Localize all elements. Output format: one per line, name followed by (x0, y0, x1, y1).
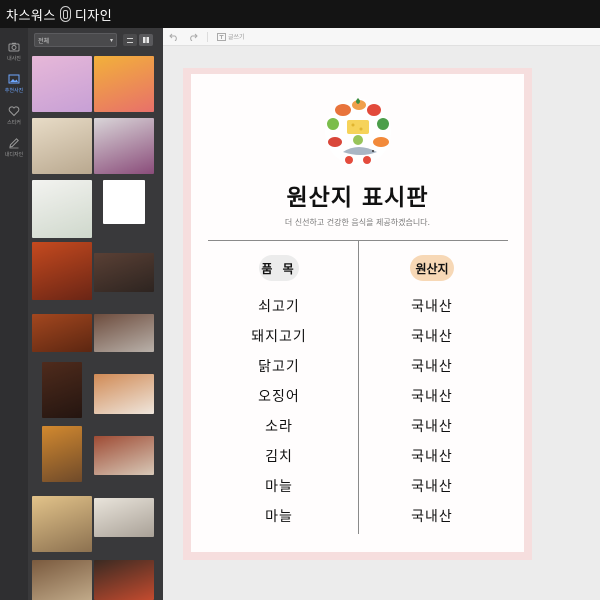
list-view-button[interactable] (123, 34, 137, 46)
table-row-origin[interactable]: 국내산 (357, 446, 507, 466)
thumbnail-rice-soup[interactable] (32, 560, 92, 600)
thumbnail-layered-drink[interactable] (94, 56, 154, 112)
table-row-origin[interactable]: 국내산 (357, 296, 507, 316)
thumbnail-lemon-water[interactable] (32, 180, 92, 238)
rail-item-recommended-photos[interactable]: 추천사진 (0, 67, 28, 99)
table-row-item[interactable]: 오징어 (204, 386, 354, 406)
rail-item-my-photos[interactable]: 내사진 (0, 35, 28, 67)
table-row-item[interactable]: 마늘 (204, 506, 354, 526)
rail-label: 스티커 (7, 119, 21, 126)
undo-icon (169, 33, 177, 41)
thumbnail-grilled-fish[interactable] (94, 374, 154, 414)
left-rail: 내사진 추천사진 스티커 내디자인 (0, 28, 28, 600)
rail-label: 내디자인 (4, 151, 24, 158)
table-row-item[interactable]: 쇠고기 (204, 296, 354, 316)
thumbnail-noodles[interactable] (94, 436, 154, 475)
image-icon (8, 74, 20, 83)
category-select-value: 전체 (38, 37, 50, 45)
add-text-label: 글쓰기 (228, 34, 245, 41)
toolbar-divider (207, 31, 208, 42)
table-row-item[interactable]: 김치 (204, 446, 354, 466)
poster-board: 원산지 표시판 더 신선하고 건강한 음식을 제공하겠습니다. 품 목 원산지 … (191, 74, 524, 552)
chevron-down-icon: ▾ (109, 36, 113, 44)
logo-icon (59, 6, 71, 22)
camera-icon (8, 42, 20, 51)
table-row-origin[interactable]: 국내산 (357, 506, 507, 526)
app-title-part2: 디자인 (74, 8, 113, 24)
table-row-item[interactable]: 소라 (204, 416, 354, 436)
table-row-item[interactable]: 마늘 (204, 476, 354, 496)
food-illustration (325, 98, 391, 165)
thumbnail-braised-dish[interactable] (94, 253, 154, 292)
design-canvas[interactable]: 원산지 표시판 더 신선하고 건강한 음식을 제공하겠습니다. 품 목 원산지 … (183, 68, 532, 560)
panel-header: 전체 ▾ (28, 28, 163, 52)
app-brand[interactable]: 차스워스 디자인 (6, 5, 112, 24)
redo-button[interactable] (188, 33, 198, 41)
column-header-item[interactable]: 품 목 (259, 255, 299, 281)
view-toggle (123, 34, 153, 46)
poster-title[interactable]: 원산지 표시판 (191, 178, 524, 212)
editor-toolbar: 글쓰기 (163, 28, 600, 46)
thumbnail-steak[interactable] (42, 362, 82, 418)
table-row-item[interactable]: 닭고기 (204, 356, 354, 376)
list-icon (127, 37, 133, 43)
thumbnail-soup[interactable] (32, 496, 92, 552)
rail-label: 내사진 (7, 55, 21, 62)
thumbnail-fried-chicken[interactable] (32, 314, 92, 352)
thumbnail-beer[interactable] (42, 426, 82, 482)
text-box-icon (217, 32, 226, 41)
table-row-origin[interactable]: 국내산 (357, 416, 507, 436)
grid-view-button[interactable] (139, 34, 153, 46)
pencil-icon (9, 137, 19, 148)
thumbnail-macarons[interactable] (32, 56, 92, 112)
add-text-button[interactable]: 글쓰기 (217, 32, 245, 41)
column-header-origin[interactable]: 원산지 (410, 255, 454, 281)
canvas-area: 원산지 표시판 더 신선하고 건강한 음식을 제공하겠습니다. 품 목 원산지 … (163, 46, 600, 600)
table-row-item[interactable]: 돼지고기 (204, 326, 354, 346)
rail-item-my-designs[interactable]: 내디자인 (0, 131, 28, 163)
title-bar: 차스워스 디자인 (0, 0, 600, 28)
thumbnail-blank[interactable] (103, 180, 145, 224)
table-row-origin[interactable]: 국내산 (357, 476, 507, 496)
redo-icon (190, 33, 198, 41)
thumbnail-kimchi-stew[interactable] (32, 242, 92, 300)
table-row-origin[interactable]: 국내산 (357, 326, 507, 346)
rail-label: 추천사진 (4, 87, 24, 94)
thumbnail-berry-smoothie[interactable] (94, 118, 154, 174)
rail-item-stickers[interactable]: 스티커 (0, 99, 28, 131)
thumbnail-dalgona-coffee[interactable] (32, 118, 92, 174)
table-row-origin[interactable]: 국내산 (357, 386, 507, 406)
table-row-origin[interactable]: 국내산 (357, 356, 507, 376)
app-title-part1: 차스워스 (6, 8, 56, 24)
thumbnail-lunchbox[interactable] (94, 560, 154, 600)
category-select[interactable]: 전체 ▾ (34, 33, 117, 47)
photo-panel: 전체 ▾ (28, 28, 163, 600)
thumbnail-dumpling-soup[interactable] (94, 498, 154, 537)
undo-button[interactable] (169, 33, 179, 41)
heart-icon (8, 105, 20, 116)
poster-subtitle[interactable]: 더 신선하고 건강한 음식을 제공하겠습니다. (191, 217, 524, 228)
thumbnail-grilled-meat[interactable] (94, 314, 154, 352)
grid-icon (143, 37, 149, 43)
